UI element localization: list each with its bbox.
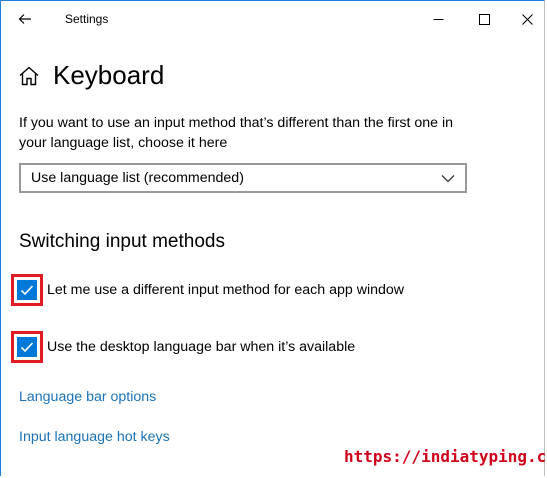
section-title-switching: Switching input methods — [19, 231, 225, 252]
watermark-text: https://indiatyping.com — [344, 447, 547, 466]
chevron-down-icon — [441, 175, 455, 183]
per-app-input-method-checkbox[interactable] — [17, 280, 37, 300]
input-method-dropdown-value: Use language list (recommended) — [31, 170, 244, 186]
option-desktop-language-bar[interactable]: Use the desktop language bar when it’s a… — [11, 329, 355, 365]
settings-window: Settings Keyboard If you want to use an … — [0, 0, 547, 476]
checkmark-icon — [20, 342, 34, 353]
desktop-language-bar-checkbox[interactable] — [17, 337, 37, 357]
back-button[interactable] — [9, 5, 41, 33]
checkbox-highlight — [11, 274, 43, 306]
desktop-language-bar-label: Use the desktop language bar when it’s a… — [47, 339, 356, 355]
minimize-button[interactable] — [415, 1, 461, 37]
option-per-app-input-method[interactable]: Let me use a different input method for … — [11, 272, 404, 308]
window-title: Settings — [65, 12, 109, 26]
per-app-input-method-label: Let me use a different input method for … — [47, 282, 405, 298]
input-language-hot-keys-link[interactable]: Input language hot keys — [19, 429, 170, 445]
maximize-icon — [478, 13, 490, 25]
checkmark-icon — [20, 285, 34, 296]
home-icon[interactable] — [18, 65, 40, 87]
back-arrow-icon — [18, 14, 31, 24]
checkbox-highlight — [11, 331, 43, 363]
input-method-description: If you want to use an input method that’… — [19, 115, 454, 151]
input-method-dropdown[interactable]: Use language list (recommended) — [19, 163, 467, 193]
maximize-button[interactable] — [461, 1, 507, 37]
language-bar-options-link[interactable]: Language bar options — [19, 389, 156, 405]
page-title: Keyboard — [53, 60, 165, 90]
close-button[interactable] — [507, 1, 547, 37]
close-icon — [522, 13, 533, 25]
title-bar: Settings — [1, 1, 547, 37]
minimize-icon — [433, 18, 443, 20]
